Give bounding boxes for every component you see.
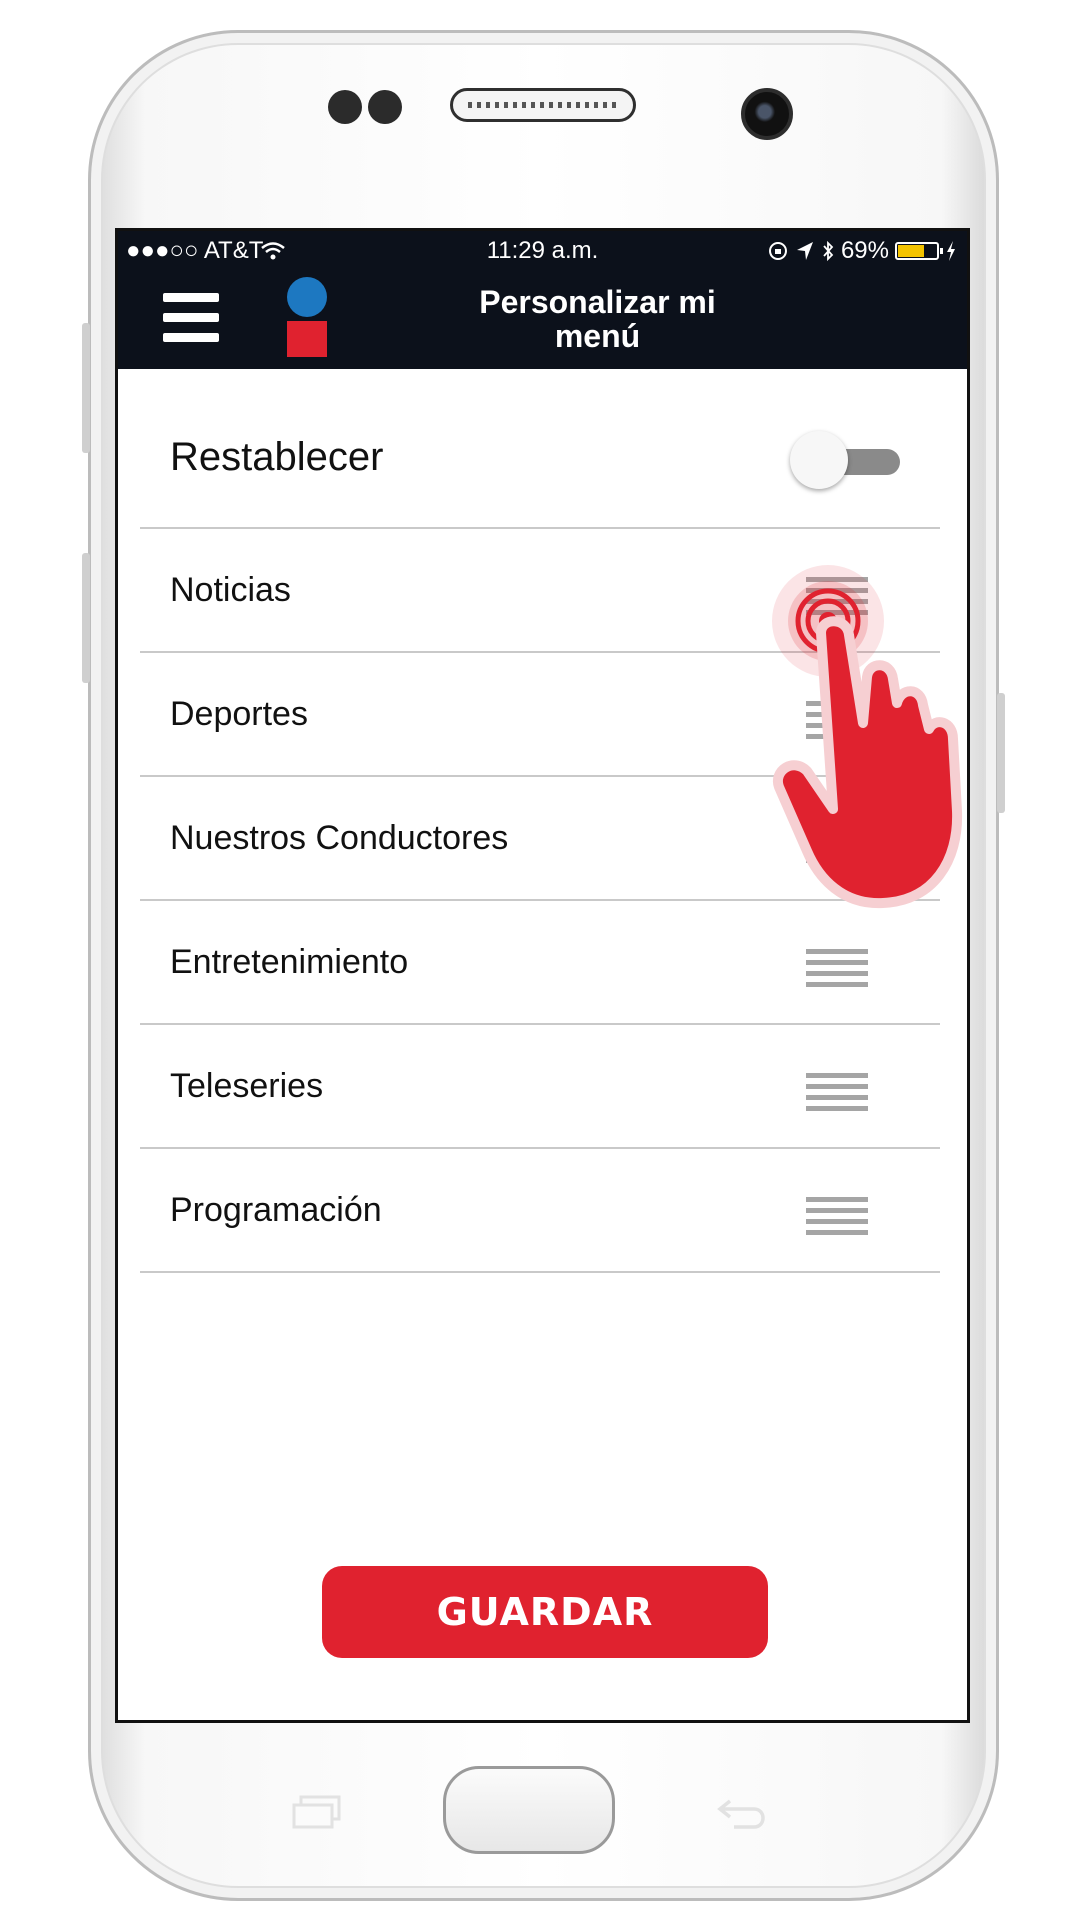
menu-item-programacion[interactable]: Programación xyxy=(140,1149,940,1273)
menu-item-label: Noticias xyxy=(170,571,291,609)
home-button[interactable] xyxy=(443,1766,615,1854)
menu-item-label: Deportes xyxy=(170,695,308,733)
status-right-icons: 69% xyxy=(767,231,957,271)
front-camera xyxy=(741,88,793,140)
page-title: Personalizar mi menú xyxy=(338,285,857,353)
reset-toggle[interactable] xyxy=(790,431,900,489)
volume-up-key xyxy=(82,323,90,453)
menu-item-label: Programación xyxy=(170,1191,382,1229)
menu-item-label: Nuestros Conductores xyxy=(170,819,509,857)
reset-label: Restablecer xyxy=(170,435,384,479)
page-title-line1: Personalizar mi xyxy=(479,284,716,320)
app-screen: ●●●○○ AT&T 11:29 a.m. 69% Personalizar m… xyxy=(115,228,970,1723)
drag-handle-icon[interactable] xyxy=(806,949,868,989)
power-key xyxy=(997,693,1005,813)
volume-down-key xyxy=(82,553,90,683)
screenshot: ●●●○○ AT&T 11:29 a.m. 69% Personalizar m… xyxy=(0,0,1080,1920)
light-sensor xyxy=(368,90,402,124)
menu-item-label: Entretenimiento xyxy=(170,943,409,981)
menu-item-label: Teleseries xyxy=(170,1067,324,1105)
logo-square xyxy=(287,321,327,357)
phone-frame: ●●●○○ AT&T 11:29 a.m. 69% Personalizar m… xyxy=(82,30,1005,1901)
rotation-lock-icon xyxy=(768,242,787,260)
bluetooth-icon xyxy=(823,240,834,262)
recent-apps-icon[interactable] xyxy=(291,1795,343,1831)
logo-circle xyxy=(287,277,327,317)
drag-handle-icon[interactable] xyxy=(806,577,868,617)
page-title-line2: menú xyxy=(554,318,641,354)
charging-bolt-icon xyxy=(947,241,955,261)
menu-item-deportes[interactable]: Deportes xyxy=(140,653,940,777)
earpiece-speaker xyxy=(450,88,636,122)
battery-icon xyxy=(895,242,943,260)
back-icon[interactable] xyxy=(716,1795,771,1833)
battery-percent: 69% xyxy=(840,237,889,264)
drag-handle-icon[interactable] xyxy=(806,1197,868,1237)
channel-logo[interactable] xyxy=(283,277,333,359)
app-header: Personalizar mi menú xyxy=(118,271,967,369)
toggle-knob xyxy=(790,431,848,489)
location-arrow-icon xyxy=(796,242,813,260)
reset-row: Restablecer xyxy=(140,369,940,529)
menu-item-teleseries[interactable]: Teleseries xyxy=(140,1025,940,1149)
menu-item-noticias[interactable]: Noticias xyxy=(140,529,940,653)
save-button[interactable]: GUARDAR xyxy=(322,1566,768,1658)
drag-handle-icon[interactable] xyxy=(806,701,868,741)
drag-handle-icon[interactable] xyxy=(806,825,868,865)
menu-item-nuestros-conductores[interactable]: Nuestros Conductores xyxy=(140,777,940,901)
hamburger-icon[interactable] xyxy=(163,289,221,347)
drag-handle-icon[interactable] xyxy=(806,1073,868,1113)
menu-item-entretenimiento[interactable]: Entretenimiento xyxy=(140,901,940,1025)
status-bar: ●●●○○ AT&T 11:29 a.m. 69% xyxy=(118,231,967,271)
proximity-sensor xyxy=(328,90,362,124)
